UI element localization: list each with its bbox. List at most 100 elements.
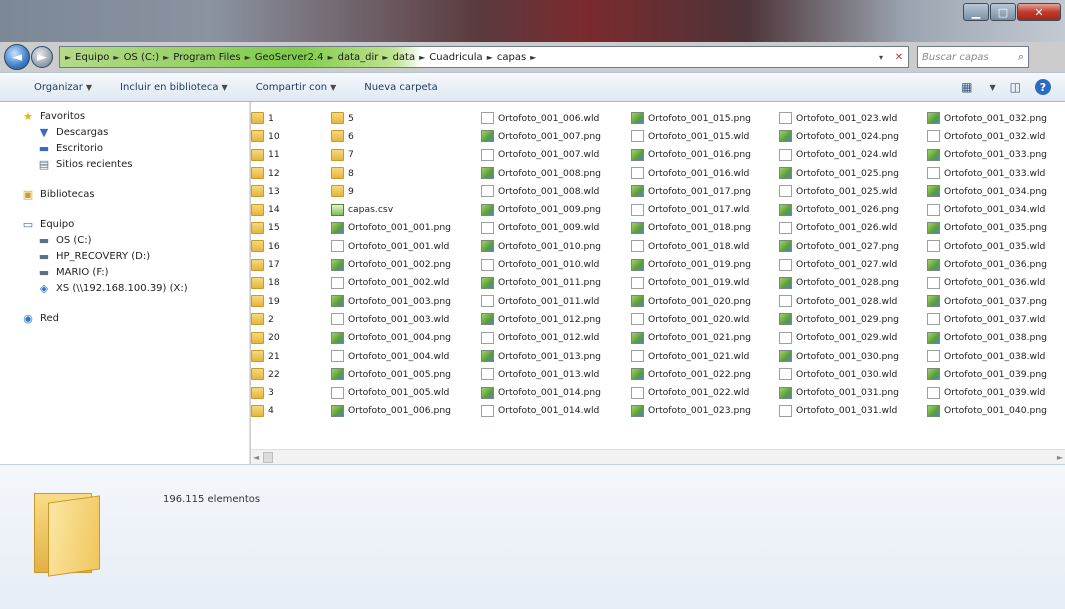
nav-network-drive-x[interactable]: ◈ XS (\\192.168.100.39) (X:)	[0, 280, 249, 296]
nav-downloads[interactable]: ▼ Descargas	[0, 124, 249, 140]
file-item[interactable]: Ortofoto_001_003.png	[331, 292, 481, 310]
forward-button[interactable]: ►	[31, 46, 53, 68]
file-item[interactable]: Ortofoto_001_034.png	[927, 182, 1065, 200]
file-item[interactable]: Ortofoto_001_007.wld	[481, 146, 631, 164]
file-item[interactable]: Ortofoto_001_012.png	[481, 310, 631, 328]
file-item[interactable]: Ortofoto_001_029.png	[779, 310, 927, 328]
file-item[interactable]: Ortofoto_001_006.wld	[481, 109, 631, 127]
search-icon[interactable]: ⌕	[1018, 50, 1024, 64]
file-item[interactable]: Ortofoto_001_017.wld	[631, 200, 779, 218]
folder-item[interactable]: 21	[251, 347, 331, 365]
folder-item[interactable]: 7	[331, 146, 481, 164]
file-item[interactable]: Ortofoto_001_015.wld	[631, 127, 779, 145]
file-item[interactable]: Ortofoto_001_001.wld	[331, 237, 481, 255]
file-item[interactable]: Ortofoto_001_039.png	[927, 365, 1065, 383]
file-item[interactable]: Ortofoto_001_021.png	[631, 329, 779, 347]
file-item[interactable]: Ortofoto_001_011.wld	[481, 292, 631, 310]
organize-button[interactable]: Organizar ▼	[34, 82, 92, 93]
file-item[interactable]: Ortofoto_001_036.png	[927, 255, 1065, 273]
address-history-dropdown[interactable]: ▾	[874, 53, 888, 62]
breadcrumb-separator-icon[interactable]: ►	[418, 53, 426, 62]
file-item[interactable]: Ortofoto_001_023.png	[631, 402, 779, 420]
file-item[interactable]: Ortofoto_001_026.wld	[779, 219, 927, 237]
breadcrumb-separator-icon[interactable]: ►	[529, 53, 537, 62]
preview-pane-icon[interactable]: ◫	[1010, 80, 1021, 94]
file-item[interactable]: Ortofoto_001_025.png	[779, 164, 927, 182]
nav-drive-d[interactable]: ▬ HP_RECOVERY (D:)	[0, 248, 249, 264]
file-item[interactable]: Ortofoto_001_008.wld	[481, 182, 631, 200]
nav-computer[interactable]: ▭ Equipo	[0, 216, 249, 232]
file-item[interactable]: Ortofoto_001_007.png	[481, 127, 631, 145]
file-item[interactable]: Ortofoto_001_023.wld	[779, 109, 927, 127]
file-item[interactable]: Ortofoto_001_013.png	[481, 347, 631, 365]
file-item[interactable]: Ortofoto_001_006.png	[331, 402, 481, 420]
folder-item[interactable]: 10	[251, 127, 331, 145]
file-item[interactable]: Ortofoto_001_021.wld	[631, 347, 779, 365]
breadcrumb-item[interactable]: GeoServer2.4	[252, 52, 327, 63]
file-item[interactable]: Ortofoto_001_027.wld	[779, 255, 927, 273]
folder-item[interactable]: 2	[251, 310, 331, 328]
breadcrumb-separator-icon[interactable]: ►	[326, 53, 334, 62]
folder-item[interactable]: 8	[331, 164, 481, 182]
breadcrumb-separator-icon[interactable]: ►	[112, 53, 120, 62]
file-item[interactable]: Ortofoto_001_040.png	[927, 402, 1065, 420]
breadcrumb-separator-icon[interactable]: ►	[381, 53, 389, 62]
file-item[interactable]: Ortofoto_001_014.wld	[481, 402, 631, 420]
file-item[interactable]: Ortofoto_001_012.wld	[481, 329, 631, 347]
file-item[interactable]: Ortofoto_001_002.wld	[331, 274, 481, 292]
file-item[interactable]: Ortofoto_001_034.wld	[927, 200, 1065, 218]
file-item[interactable]: Ortofoto_001_016.wld	[631, 164, 779, 182]
help-icon[interactable]: ?	[1035, 79, 1051, 95]
folder-item[interactable]: 22	[251, 365, 331, 383]
address-bar[interactable]: ► Equipo ► OS (C:) ► Program Files ► GeoServer2…	[59, 46, 909, 68]
file-item[interactable]: Ortofoto_001_037.png	[927, 292, 1065, 310]
file-item[interactable]: Ortofoto_001_022.wld	[631, 383, 779, 401]
file-item[interactable]: Ortofoto_001_018.png	[631, 219, 779, 237]
file-item[interactable]: Ortofoto_001_024.png	[779, 127, 927, 145]
file-item[interactable]: Ortofoto_001_009.wld	[481, 219, 631, 237]
nav-recent-places[interactable]: ▤ Sitios recientes	[0, 156, 249, 172]
folder-item[interactable]: 9	[331, 182, 481, 200]
file-item[interactable]: Ortofoto_001_010.wld	[481, 255, 631, 273]
file-item[interactable]: Ortofoto_001_032.wld	[927, 127, 1065, 145]
breadcrumb-item[interactable]: Equipo	[72, 52, 112, 63]
back-button[interactable]: ◄	[4, 44, 30, 70]
file-item[interactable]: Ortofoto_001_035.wld	[927, 237, 1065, 255]
new-folder-button[interactable]: Nueva carpeta	[364, 82, 437, 93]
breadcrumb-separator-icon[interactable]: ►	[162, 53, 170, 62]
folder-item[interactable]: 12	[251, 164, 331, 182]
folder-item[interactable]: 16	[251, 237, 331, 255]
nav-libraries[interactable]: ▣ Bibliotecas	[0, 186, 249, 202]
folder-item[interactable]: 20	[251, 329, 331, 347]
scrollbar-thumb[interactable]	[263, 451, 273, 463]
search-input[interactable]: Buscar capas ⌕	[917, 46, 1029, 68]
file-item[interactable]: Ortofoto_001_014.png	[481, 383, 631, 401]
file-item[interactable]: Ortofoto_001_022.png	[631, 365, 779, 383]
folder-item[interactable]: 13	[251, 182, 331, 200]
file-item[interactable]: Ortofoto_001_011.png	[481, 274, 631, 292]
file-item[interactable]: Ortofoto_001_029.wld	[779, 329, 927, 347]
folder-item[interactable]: 5	[331, 109, 481, 127]
chevron-down-icon[interactable]: ▼	[990, 83, 996, 92]
nav-desktop[interactable]: ▬ Escritorio	[0, 140, 249, 156]
breadcrumb-item[interactable]: data	[390, 52, 419, 63]
file-item[interactable]: Ortofoto_001_024.wld	[779, 146, 927, 164]
file-item[interactable]: Ortofoto_001_016.png	[631, 146, 779, 164]
share-with-button[interactable]: Compartir con ▼	[256, 82, 337, 93]
nav-drive-f[interactable]: ▬ MARIO (F:)	[0, 264, 249, 280]
file-item[interactable]: Ortofoto_001_030.wld	[779, 365, 927, 383]
stop-icon[interactable]: ✕	[890, 48, 908, 66]
file-item[interactable]: Ortofoto_001_035.png	[927, 219, 1065, 237]
breadcrumb-separator-icon[interactable]: ►	[244, 53, 252, 62]
scroll-right-icon[interactable]: ►	[1057, 453, 1063, 462]
file-item[interactable]: Ortofoto_001_030.png	[779, 347, 927, 365]
close-button[interactable]: ✕	[1017, 3, 1061, 21]
nav-drive-c[interactable]: ▬ OS (C:)	[0, 232, 249, 248]
file-item[interactable]: Ortofoto_001_001.png	[331, 219, 481, 237]
file-item[interactable]: Ortofoto_001_038.wld	[927, 347, 1065, 365]
folder-item[interactable]: 17	[251, 255, 331, 273]
folder-item[interactable]: 3	[251, 383, 331, 401]
folder-item[interactable]: 6	[331, 127, 481, 145]
file-item[interactable]: Ortofoto_001_036.wld	[927, 274, 1065, 292]
file-item[interactable]: Ortofoto_001_018.wld	[631, 237, 779, 255]
